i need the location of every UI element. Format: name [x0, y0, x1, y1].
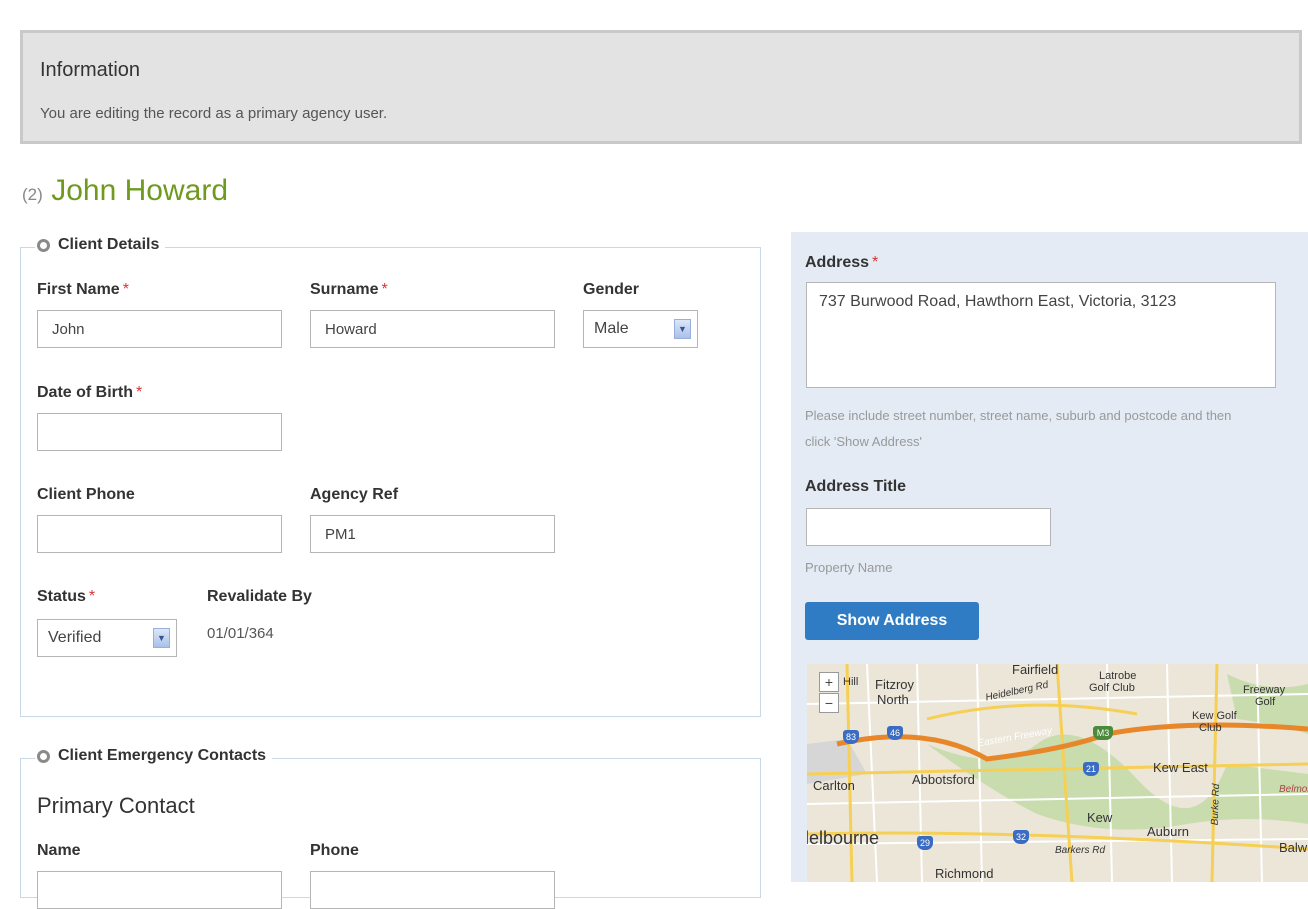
map-label-kew: Kew	[1087, 810, 1113, 825]
agency-ref-label: Agency Ref	[310, 486, 399, 503]
map-label-kew-golf: Kew Golf	[1192, 710, 1237, 722]
first-name-label: First Name *	[37, 281, 129, 299]
map-label-fairfield: Fairfield	[1012, 664, 1059, 677]
first-name-label-text: First Name	[37, 281, 120, 298]
map-label-golf-club: Golf Club	[1089, 682, 1135, 694]
information-message: You are editing the record as a primary …	[40, 105, 388, 122]
map-zoom-in-button[interactable]: +	[819, 672, 839, 692]
route-32-shield-icon: 32	[1013, 830, 1029, 844]
map-label-freeway: Freeway	[1243, 684, 1286, 696]
map-label-balw: Balw	[1279, 840, 1308, 855]
map-label-hill: Hill	[843, 676, 859, 688]
address-textarea[interactable]: 737 Burwood Road, Hawthorn East, Victori…	[806, 282, 1276, 388]
surname-label: Surname *	[310, 281, 388, 299]
address-map[interactable]: + − Fairfield Latrobe Golf Club Hill Fit…	[807, 664, 1308, 882]
route-21-shield-icon: 21	[1083, 762, 1099, 776]
collapse-toggle-icon[interactable]	[37, 238, 50, 252]
record-name: John Howard	[51, 174, 228, 207]
map-label-abbotsford: Abbotsford	[912, 772, 975, 787]
contact-phone-label: Phone	[310, 842, 359, 859]
gender-label: Gender	[583, 281, 640, 298]
chevron-down-icon: ▼	[153, 628, 170, 648]
information-panel: Information You are editing the record a…	[20, 30, 1302, 144]
show-address-button[interactable]: Show Address	[805, 602, 979, 640]
map-label-carlton: Carlton	[813, 778, 855, 793]
map-label-latrobe: Latrobe	[1099, 670, 1137, 682]
status-select[interactable]: Verified ▼	[37, 619, 177, 657]
status-label: Status *	[37, 588, 95, 606]
status-label-text: Status	[37, 588, 86, 605]
client-details-legend-text: Client Details	[58, 236, 160, 253]
map-label-burke-rd: Burke Rd	[1209, 783, 1223, 826]
emergency-contacts-legend[interactable]: Client Emergency Contacts	[35, 747, 273, 765]
information-title: Information	[40, 59, 141, 81]
address-panel: Address * 737 Burwood Road, Hawthorn East…	[791, 232, 1308, 882]
gender-selected-value: Male	[594, 320, 629, 337]
map-label-club: Club	[1199, 722, 1222, 734]
status-selected-value: Verified	[48, 629, 102, 646]
client-details-legend[interactable]: Client Details	[35, 236, 166, 254]
chevron-down-icon: ▼	[674, 319, 691, 339]
surname-input[interactable]	[310, 310, 555, 348]
address-help-text: Please include street number, street nam…	[805, 408, 1232, 449]
route-m3-shield-icon: M3	[1093, 726, 1113, 740]
required-marker: *	[136, 384, 143, 401]
map-label-richmond: Richmond	[935, 866, 994, 881]
map-label-kew-east: Kew East	[1153, 760, 1208, 775]
client-details-panel: Client Details First Name* Surname* Gend…	[20, 236, 761, 717]
required-marker: *	[122, 281, 129, 298]
contact-name-input[interactable]	[37, 871, 282, 909]
primary-contact-heading: Primary Contact	[37, 793, 195, 818]
first-name-input[interactable]	[37, 310, 282, 348]
route-29-shield-icon: 29	[917, 836, 933, 850]
map-label-auburn: Auburn	[1147, 824, 1189, 839]
record-number: (2)	[22, 185, 43, 204]
revalidate-value: 01/01/364	[207, 625, 274, 642]
address-title-input[interactable]	[806, 508, 1051, 546]
map-label-melbourne: lelbourne	[807, 828, 880, 848]
map-label-fitzroy: Fitzroy	[875, 677, 914, 692]
surname-label-text: Surname	[310, 281, 379, 298]
client-phone-input[interactable]	[37, 515, 282, 553]
address-title-label: Address Title	[805, 478, 907, 495]
required-marker: *	[381, 281, 388, 298]
required-marker: *	[88, 588, 96, 605]
contact-phone-input[interactable]	[310, 871, 555, 909]
date-of-birth-input[interactable]	[37, 413, 282, 451]
map-label-belmore: Belmore	[1279, 784, 1308, 795]
emergency-contacts-legend-text: Client Emergency Contacts	[58, 747, 267, 764]
map-label-north: North	[877, 692, 909, 707]
collapse-toggle-icon[interactable]	[37, 749, 50, 763]
map-zoom-out-button[interactable]: −	[819, 693, 839, 713]
address-label-text: Address	[805, 254, 870, 271]
route-83-shield-icon: 83	[843, 730, 859, 744]
dob-label-text: Date of Birth	[37, 384, 133, 401]
page-title: (2) John Howard	[22, 174, 228, 208]
contact-name-label: Name	[37, 842, 81, 859]
map-label-golf: Golf	[1255, 696, 1276, 708]
agency-ref-input[interactable]	[310, 515, 555, 553]
route-46-shield-icon: 46	[887, 726, 903, 740]
address-label: Address *	[805, 254, 878, 272]
map-label-barkers-rd: Barkers Rd	[1055, 845, 1106, 856]
emergency-contacts-panel: Client Emergency Contacts Primary Contac…	[20, 747, 761, 909]
revalidate-label: Revalidate By	[207, 588, 312, 605]
gender-select[interactable]: Male ▼	[583, 310, 698, 348]
required-marker: *	[872, 254, 879, 271]
dob-label: Date of Birth *	[37, 384, 142, 402]
client-phone-label: Client Phone	[37, 486, 135, 503]
address-title-help: Property Name	[805, 560, 893, 575]
